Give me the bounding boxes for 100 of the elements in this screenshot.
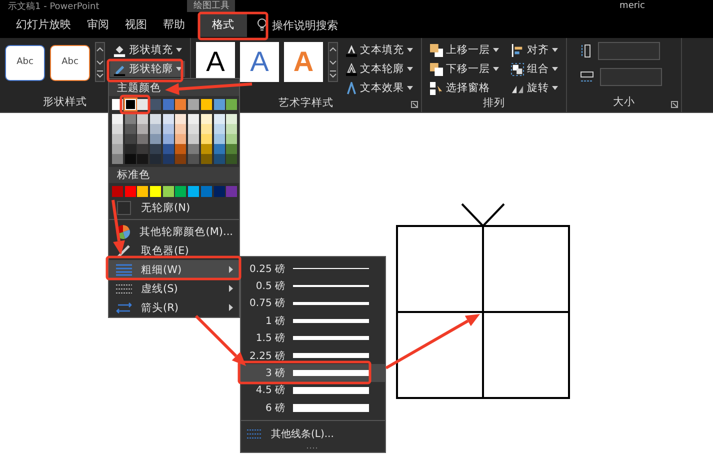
color-swatch[interactable] <box>150 154 162 164</box>
menu-item[interactable]: 箭头(R) <box>109 298 239 317</box>
color-swatch[interactable] <box>137 144 148 154</box>
color-swatch[interactable] <box>188 144 200 154</box>
color-swatch[interactable] <box>150 124 162 134</box>
color-swatch[interactable] <box>214 186 224 197</box>
shape-style-swatch[interactable]: Abc <box>5 45 45 81</box>
color-swatch[interactable] <box>175 134 186 144</box>
color-swatch[interactable] <box>112 114 123 124</box>
color-swatch[interactable] <box>124 186 136 197</box>
dialog-launcher-icon[interactable] <box>671 101 678 108</box>
color-swatch[interactable] <box>214 124 224 134</box>
color-swatch[interactable] <box>188 114 200 124</box>
color-swatch[interactable] <box>200 154 212 164</box>
ribbon-tab[interactable]: 审阅 <box>79 13 117 37</box>
color-swatch[interactable] <box>150 186 162 197</box>
color-swatch[interactable] <box>124 134 136 144</box>
color-swatch[interactable] <box>188 134 200 144</box>
color-swatch[interactable] <box>226 124 238 134</box>
gallery-scroll-icon[interactable] <box>328 42 338 82</box>
color-swatch[interactable] <box>175 154 186 164</box>
gallery-scroll-icon[interactable] <box>95 42 105 82</box>
color-swatch[interactable] <box>137 114 148 124</box>
menu-item[interactable]: 无轮廓(N) <box>109 199 239 217</box>
color-swatch[interactable] <box>124 99 136 110</box>
color-swatch[interactable] <box>200 114 212 124</box>
color-swatch[interactable] <box>214 154 224 164</box>
menu-item[interactable]: 其他轮廓颜色(M)... <box>109 222 239 241</box>
line-weight-option[interactable]: 0.75 磅 <box>241 294 385 312</box>
ribbon-command[interactable]: 对齐 <box>508 42 561 58</box>
color-swatch[interactable] <box>226 154 238 164</box>
color-swatch[interactable] <box>112 186 123 197</box>
color-swatch[interactable] <box>124 154 136 164</box>
color-swatch[interactable] <box>226 99 238 110</box>
size-spin-field[interactable] <box>600 68 662 86</box>
ribbon-command[interactable]: 上移一层 <box>427 42 502 58</box>
menu-item[interactable]: 取色器(E) <box>109 241 239 260</box>
color-swatch[interactable] <box>200 134 212 144</box>
color-swatch[interactable] <box>112 154 123 164</box>
size-spin-field[interactable] <box>598 42 660 60</box>
ribbon-command[interactable]: 文本填充 <box>343 42 416 58</box>
color-swatch[interactable] <box>124 124 136 134</box>
ribbon-command[interactable]: 文本轮廓 <box>343 61 416 77</box>
ribbon-command[interactable]: 选择窗格 <box>427 80 502 96</box>
dialog-launcher-icon[interactable] <box>411 101 418 108</box>
lightbulb-icon[interactable] <box>257 18 267 32</box>
ribbon-tab[interactable]: 视图 <box>117 13 155 37</box>
color-swatch[interactable] <box>137 99 148 110</box>
color-swatch[interactable] <box>226 144 238 154</box>
color-swatch[interactable] <box>112 124 123 134</box>
color-swatch[interactable] <box>214 134 224 144</box>
ribbon-command[interactable]: 形状轮廓 <box>110 61 185 77</box>
line-weight-option[interactable]: 2.25 磅 <box>241 346 385 364</box>
color-swatch[interactable] <box>226 186 238 197</box>
color-swatch[interactable] <box>162 99 174 110</box>
line-weight-option[interactable]: 0.5 磅 <box>241 277 385 295</box>
color-swatch[interactable] <box>175 99 186 110</box>
color-swatch[interactable] <box>150 99 162 110</box>
color-swatch[interactable] <box>150 144 162 154</box>
ribbon-command[interactable]: 旋转 <box>508 80 561 96</box>
color-swatch[interactable] <box>137 186 148 197</box>
ribbon-tab[interactable]: 帮助 <box>155 13 193 37</box>
color-swatch[interactable] <box>175 124 186 134</box>
line-weight-option[interactable]: 1.5 磅 <box>241 330 385 347</box>
color-swatch[interactable] <box>112 144 123 154</box>
color-swatch[interactable] <box>150 114 162 124</box>
menu-item[interactable]: 虚线(S) <box>109 279 239 298</box>
color-swatch[interactable] <box>175 186 186 197</box>
wordart-style-swatch[interactable]: A <box>240 42 279 82</box>
color-swatch[interactable] <box>137 124 148 134</box>
line-weight-option[interactable]: 3 磅 <box>241 364 385 382</box>
color-swatch[interactable] <box>124 144 136 154</box>
color-swatch[interactable] <box>175 114 186 124</box>
menu-item[interactable]: 粗细(W) <box>109 260 239 279</box>
color-swatch[interactable] <box>162 186 174 197</box>
ribbon-command[interactable]: 组合 <box>508 61 561 77</box>
ribbon-tab[interactable]: 幻灯片放映 <box>8 13 79 37</box>
color-swatch[interactable] <box>162 144 174 154</box>
menu-item[interactable]: 其他线条(L)... <box>241 424 385 445</box>
color-swatch[interactable] <box>200 99 212 110</box>
color-swatch[interactable] <box>226 114 238 124</box>
line-weight-option[interactable]: 1 磅 <box>241 312 385 330</box>
color-swatch[interactable] <box>200 186 212 197</box>
color-swatch[interactable] <box>175 144 186 154</box>
color-swatch[interactable] <box>162 114 174 124</box>
color-swatch[interactable] <box>162 154 174 164</box>
color-swatch[interactable] <box>200 124 212 134</box>
color-swatch[interactable] <box>137 134 148 144</box>
color-swatch[interactable] <box>137 154 148 164</box>
color-swatch[interactable] <box>214 144 224 154</box>
ribbon-command[interactable]: 文本效果 <box>343 80 416 96</box>
color-swatch[interactable] <box>214 99 224 110</box>
color-swatch[interactable] <box>124 114 136 124</box>
ribbon-command[interactable]: 形状填充 <box>110 42 185 58</box>
tell-me-search[interactable]: 操作说明搜索 <box>272 18 338 32</box>
line-weight-option[interactable]: 6 磅 <box>241 399 385 417</box>
line-weight-option[interactable]: 4.5 磅 <box>241 382 385 400</box>
color-swatch[interactable] <box>214 114 224 124</box>
ribbon-command[interactable]: 下移一层 <box>427 61 502 77</box>
color-swatch[interactable] <box>226 134 238 144</box>
